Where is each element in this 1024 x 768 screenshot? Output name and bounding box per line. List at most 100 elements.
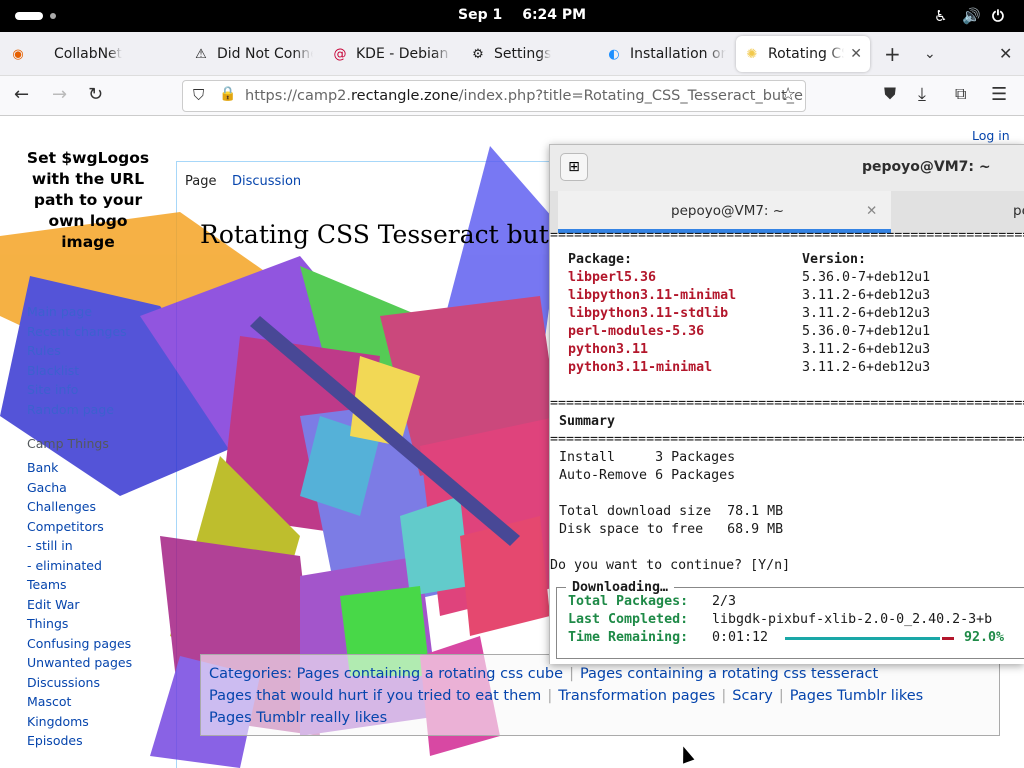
category-link[interactable]: Pages containing a rotating css tesserac… [580, 666, 878, 682]
clock-date: Sep 1 [458, 7, 503, 23]
activities-button[interactable] [15, 12, 43, 20]
category-link[interactable]: Pages that would hurt if you tried to ea… [209, 688, 541, 704]
camp-things-menu: Bank Gacha Challenges Competitors - stil… [27, 460, 132, 753]
terminal-window[interactable]: ⊞ pepoyo@VM7: ~ pepoyo@VM7: ~ ✕ pe ======… [549, 144, 1024, 664]
rule-line: ========================================… [550, 228, 1024, 243]
url-bar[interactable]: ⛉ 🔒 https://camp2. rectangle.zone/index.p… [182, 80, 806, 112]
tab-list-chevron-icon[interactable]: ⌄ [924, 46, 936, 62]
camp-things-heading: Camp Things [27, 436, 109, 451]
clock-time: 6:24 PM [522, 7, 587, 23]
sidebar-item-kingdoms[interactable]: Kingdoms [27, 714, 132, 734]
power-icon[interactable]: ⏻ [992, 7, 1004, 25]
reload-icon[interactable]: ↻ [88, 84, 103, 105]
sidebar-item-blacklist[interactable]: Blacklist [27, 363, 127, 383]
sidebar-item-competitors[interactable]: Competitors [27, 519, 132, 539]
categories-label[interactable]: Categories: [209, 666, 292, 682]
workspace-indicator [50, 13, 56, 19]
terminal-output[interactable]: ========================================… [550, 228, 1024, 664]
downloads-icon[interactable]: ⤓ [918, 84, 926, 105]
sidebar-item-unwanted-pages[interactable]: Unwanted pages [27, 655, 132, 675]
sidebar-item-site-info[interactable]: Site info [27, 382, 127, 402]
package-name: python3.11 [568, 342, 649, 357]
sidebar-item-eliminated[interactable]: - eliminated [27, 558, 132, 578]
tab-discussion[interactable]: Discussion [232, 174, 301, 189]
volume-icon[interactable]: 🔊 [962, 7, 981, 25]
tab-collabnet[interactable]: CollabNet [54, 36, 164, 72]
sidebar-item-discussions[interactable]: Discussions [27, 675, 132, 695]
total-packages-label: Total Packages: [568, 594, 689, 609]
tab-installation[interactable]: ◐ Installation on [606, 36, 726, 72]
category-link[interactable]: Pages Tumblr really likes [209, 710, 387, 726]
extensions-icon[interactable]: ⧉ [955, 84, 966, 104]
warning-icon: ⚠ [195, 46, 207, 62]
sidebar-item-episodes[interactable]: Episodes [27, 733, 132, 753]
page-title: Rotating CSS Tesseract but ev [200, 220, 586, 249]
sidebar-item-recent-changes[interactable]: Recent changes [27, 324, 127, 344]
sidebar-item-rules[interactable]: Rules [27, 343, 127, 363]
new-tab-button[interactable]: + [884, 42, 901, 66]
sidebar-item-bank[interactable]: Bank [27, 460, 132, 480]
category-link[interactable]: Transformation pages [558, 688, 715, 704]
tab-close-icon[interactable]: ✕ [850, 46, 862, 62]
window-close-icon[interactable]: ✕ [999, 44, 1012, 63]
page-icon: ✺ [746, 46, 758, 62]
tab-label: KDE - Debian V [356, 46, 452, 62]
hamburger-menu-icon[interactable]: ☰ [991, 84, 1007, 105]
package-name: python3.11-minimal [568, 360, 713, 375]
sidebar-item-still-in[interactable]: - still in [27, 538, 132, 558]
package-version: 3.11.2-6+deb12u3 [802, 288, 931, 303]
tab-settings[interactable]: ⚙ Settings [470, 36, 590, 72]
bookmark-star-icon[interactable]: ☆ [780, 84, 796, 105]
sidebar-item-random-page[interactable]: Random page [27, 402, 127, 422]
sidebar-item-things[interactable]: Things [27, 616, 132, 636]
download-progress-bar [785, 637, 940, 640]
url-domain: rectangle.zone [351, 88, 459, 104]
package-name: libpython3.11-stdlib [568, 306, 729, 321]
clock[interactable]: Sep 1 6:24 PM [458, 7, 606, 23]
tab-rotating-css[interactable]: ✺ Rotating CSS ✕ [736, 36, 870, 72]
forward-icon[interactable]: → [52, 84, 67, 105]
tracking-shield-icon[interactable]: ⛉ [193, 86, 204, 104]
terminal-tab-close-icon[interactable]: ✕ [866, 203, 877, 219]
site-logo-placeholder[interactable]: Set $wgLogos with the URL path to your o… [22, 148, 154, 253]
package-name: libperl5.36 [568, 270, 657, 285]
globe-icon: ◐ [608, 46, 620, 62]
sidebar-item-teams[interactable]: Teams [27, 577, 132, 597]
sidebar-item-challenges[interactable]: Challenges [27, 499, 132, 519]
terminal-tab-2[interactable]: pe [1013, 203, 1024, 219]
package-version: 5.36.0-7+deb12u1 [802, 324, 931, 339]
gear-icon: ⚙ [472, 46, 484, 62]
last-completed-value: libgdk-pixbuf-xlib-2.0-0_2.40.2-3+b [712, 612, 993, 627]
package-version: 5.36.0-7+deb12u1 [802, 270, 931, 285]
firefox-menu-icon[interactable]: ◉ [10, 36, 34, 72]
terminal-title: pepoyo@VM7: ~ [862, 159, 991, 175]
rule-line: ========================================… [550, 432, 1024, 447]
new-terminal-tab-button[interactable]: ⊞ [560, 153, 588, 181]
package-name: libpython3.11-minimal [568, 288, 737, 303]
last-completed-label: Last Completed: [568, 612, 689, 627]
category-link[interactable]: Pages containing a rotating css cube [297, 666, 563, 682]
category-links: Categories: Pages containing a rotating … [200, 654, 1000, 736]
tab-kde-debian[interactable]: @ KDE - Debian V [332, 36, 453, 72]
back-icon[interactable]: ← [14, 84, 29, 105]
download-size-line: Total download size 78.1 MB [559, 504, 784, 519]
navigation-bar: ← → ↻ ⛉ 🔒 https://camp2. rectangle.zone/i… [0, 76, 1024, 116]
tab-did-not-connect[interactable]: ⚠ Did Not Conne [193, 36, 313, 72]
pocket-icon[interactable]: ⛊ [884, 84, 896, 104]
category-link[interactable]: Pages Tumblr likes [790, 688, 923, 704]
tab-page[interactable]: Page [185, 174, 216, 189]
summary-heading: Summary [559, 414, 616, 429]
category-link[interactable]: Scary [732, 688, 773, 704]
sidebar-item-edit-war[interactable]: Edit War [27, 597, 132, 617]
total-packages-value: 2/3 [712, 594, 737, 609]
terminal-header-bar[interactable]: ⊞ pepoyo@VM7: ~ [550, 145, 1024, 191]
sidebar-item-confusing-pages[interactable]: Confusing pages [27, 636, 132, 656]
sidebar-item-main-page[interactable]: Main page [27, 304, 127, 324]
tab-label: Installation on [630, 46, 726, 62]
sidebar-item-gacha[interactable]: Gacha [27, 480, 132, 500]
sidebar-item-mascot[interactable]: Mascot [27, 694, 132, 714]
accessibility-icon[interactable]: ♿ [934, 7, 947, 25]
debian-icon: @ [333, 46, 347, 62]
lock-icon[interactable]: 🔒 [219, 86, 236, 102]
login-link[interactable]: Log in [972, 128, 1010, 143]
